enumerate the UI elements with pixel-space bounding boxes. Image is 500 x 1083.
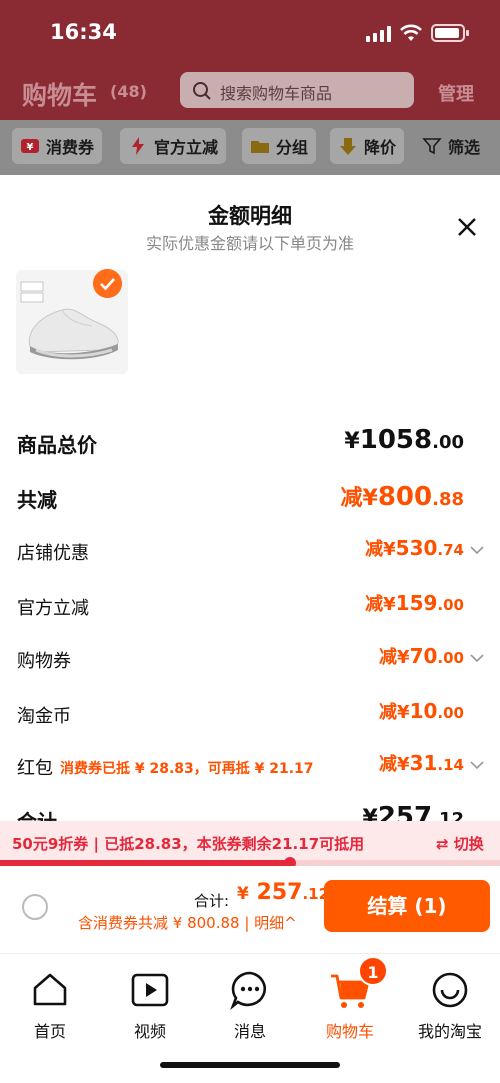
lightning-icon — [132, 137, 144, 155]
status-time: 16:34 — [50, 20, 117, 44]
filter-chip-price-drop[interactable]: 降价 — [330, 128, 405, 164]
svg-text:¥: ¥ — [27, 142, 34, 153]
tab-home[interactable]: 首页 — [0, 964, 100, 1044]
battery-icon — [431, 24, 469, 42]
video-icon — [131, 973, 169, 1007]
promo-text: 50元9折券 | 已抵28.83，本张券剩余21.17可抵用 — [12, 835, 365, 853]
filter-chip-label: 官方立减 — [154, 138, 219, 157]
tab-label: 消息 — [233, 1022, 266, 1041]
coupon-icon: ¥ — [21, 139, 39, 153]
switch-coupon-button[interactable]: ⇄ 切换 — [436, 833, 484, 854]
chevron-down-icon[interactable] — [470, 653, 484, 663]
checkout-bar: 合计: ¥ 257.12 含消费券共减 ¥ 800.88 | 明细^ 结算 (1… — [0, 866, 500, 953]
tab-label: 购物车 — [325, 1022, 374, 1041]
profile-icon — [432, 972, 468, 1008]
cart-search-input[interactable]: 搜索购物车商品 — [180, 72, 414, 108]
amount-row[interactable]: 店铺优惠 减¥530.74 — [0, 531, 500, 571]
filter-chip-label: 降价 — [364, 138, 397, 157]
home-indicator — [160, 1062, 340, 1068]
amount-row-label: 商品总价 — [17, 433, 97, 457]
status-bar: 16:34 — [0, 0, 500, 66]
tab-label: 首页 — [33, 1022, 66, 1041]
total-label: 合计: — [194, 892, 230, 910]
manage-button[interactable]: 管理 — [438, 80, 474, 106]
amount-row[interactable]: 红包 消费券已抵 ¥ 28.83，可再抵 ¥ 21.17 减¥31.14 — [0, 746, 500, 786]
tab-video[interactable]: 视频 — [100, 964, 200, 1044]
sheet-subtitle: 实际优惠金额请以下单页为准 — [145, 234, 354, 253]
tab-label: 视频 — [133, 1022, 166, 1041]
select-all-radio[interactable] — [22, 894, 48, 920]
amount-row-label: 官方立减 — [17, 598, 89, 619]
amount-row: 淘金币 减¥10.00 — [0, 694, 500, 734]
discount-detail-link[interactable]: 含消费券共减 ¥ 800.88 | 明细^ — [78, 912, 297, 933]
amount-row-label: 购物券 — [17, 651, 71, 672]
filter-chip-filter[interactable]: 筛选 — [414, 128, 488, 164]
cart-count: (48) — [110, 82, 147, 101]
amount-row-label: 共减 — [17, 488, 57, 512]
search-icon — [193, 82, 211, 100]
message-icon — [230, 971, 266, 1010]
filter-icon — [422, 138, 442, 155]
signal-icon — [366, 26, 392, 42]
amount-row: 商品总价 ¥1058.00 — [0, 421, 500, 461]
amount-row[interactable]: 购物券 减¥70.00 — [0, 639, 500, 679]
amount-row-value: ¥1058.00 — [344, 425, 464, 455]
amount-row-value: 减¥800.88 — [340, 482, 465, 512]
home-icon — [33, 973, 67, 1006]
coupon-promo-strip[interactable]: 50元9折券 | 已抵28.83，本张券剩余21.17可抵用 ⇄ 切换 — [0, 821, 500, 863]
filter-chip-label: 分组 — [276, 138, 309, 157]
amount-row-label: 店铺优惠 — [17, 543, 89, 564]
amount-row-label: 淘金币 — [17, 706, 71, 727]
filter-chip-official-discount[interactable]: 官方立减 — [120, 128, 227, 164]
sheet-title: 金额明细 — [208, 204, 292, 228]
cart-title: 购物车 — [22, 81, 98, 110]
amount-row-value: 减¥70.00 — [379, 644, 464, 668]
amount-row: 官方立减 减¥159.00 — [0, 586, 500, 626]
folder-icon — [251, 141, 269, 153]
amount-row-value: 减¥530.74 — [365, 536, 464, 560]
chevron-down-icon[interactable] — [470, 760, 484, 770]
amount-row-value: 减¥10.00 — [379, 699, 464, 723]
filter-chip-coupon[interactable]: ¥ 消费券 — [12, 128, 103, 164]
cart-badge: 1 — [358, 956, 388, 986]
amount-row-value: 减¥31.14 — [379, 751, 464, 775]
tab-messages[interactable]: 消息 — [200, 964, 300, 1044]
price-drop-icon — [340, 138, 356, 155]
filter-chip-label: 消费券 — [46, 138, 95, 157]
search-placeholder: 搜索购物车商品 — [220, 84, 333, 103]
filter-chip-label: 筛选 — [448, 138, 481, 157]
checkout-button[interactable]: 结算 (1) — [324, 880, 490, 932]
tab-my-taobao[interactable]: 我的淘宝 — [400, 964, 500, 1044]
chevron-down-icon[interactable] — [470, 545, 484, 555]
wifi-icon — [400, 24, 422, 41]
filter-chip-group[interactable]: 分组 — [242, 128, 317, 164]
selected-check-icon[interactable] — [93, 269, 122, 298]
amount-row-value: 减¥159.00 — [365, 591, 464, 615]
amount-row: 共减 减¥800.88 — [0, 476, 500, 516]
tab-label: 我的淘宝 — [417, 1022, 482, 1041]
total-value: ¥ 257.12 — [237, 880, 330, 905]
red-packet-note: 消费券已抵 ¥ 28.83，可再抵 ¥ 21.17 — [60, 761, 314, 777]
close-icon[interactable] — [452, 212, 482, 242]
amount-row-label: 红包 — [17, 758, 53, 779]
filter-bar: ¥ 消费券 官方立减 分组 降价 筛选 — [0, 120, 500, 175]
